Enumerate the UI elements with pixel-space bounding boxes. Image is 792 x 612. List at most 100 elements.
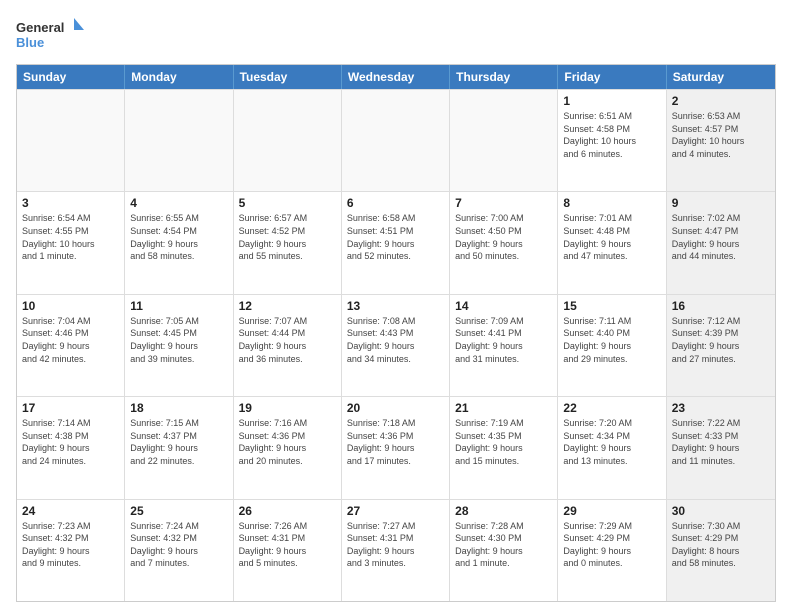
day-number: 8: [563, 196, 660, 210]
logo: General Blue: [16, 16, 86, 56]
calendar-cell: 9 Sunrise: 7:02 AM Sunset: 4:47 PM Daylig…: [667, 192, 775, 293]
day-number: 17: [22, 401, 119, 415]
day-number: 18: [130, 401, 227, 415]
day-info: Sunrise: 7:12 AM Sunset: 4:39 PM Dayligh…: [672, 315, 770, 365]
calendar-cell: 17Sunrise: 7:14 AM Sunset: 4:38 PM Dayli…: [17, 397, 125, 498]
calendar-cell: [450, 90, 558, 191]
day-number: 26: [239, 504, 336, 518]
calendar-cell: 10Sunrise: 7:04 AM Sunset: 4:46 PM Dayli…: [17, 295, 125, 396]
day-number: 3: [22, 196, 119, 210]
calendar-cell: 1 Sunrise: 6:51 AM Sunset: 4:58 PM Daylig…: [558, 90, 666, 191]
day-info: Sunrise: 6:51 AM Sunset: 4:58 PM Dayligh…: [563, 110, 660, 160]
header-day: Tuesday: [234, 65, 342, 89]
calendar-cell: 29 Sunrise: 7:29 AM Sunset: 4:29 PM Dayli…: [558, 500, 666, 601]
day-number: 1: [563, 94, 660, 108]
logo-svg: General Blue: [16, 16, 86, 56]
calendar-row: 1 Sunrise: 6:51 AM Sunset: 4:58 PM Daylig…: [17, 89, 775, 191]
day-number: 16: [672, 299, 770, 313]
day-info: Sunrise: 6:58 AM Sunset: 4:51 PM Dayligh…: [347, 212, 444, 262]
calendar-cell: 18 Sunrise: 7:15 AM Sunset: 4:37 PM Dayli…: [125, 397, 233, 498]
calendar-cell: 3 Sunrise: 6:54 AM Sunset: 4:55 PM Daylig…: [17, 192, 125, 293]
day-number: 25: [130, 504, 227, 518]
day-info: Sunrise: 7:08 AM Sunset: 4:43 PM Dayligh…: [347, 315, 444, 365]
calendar-cell: 21 Sunrise: 7:19 AM Sunset: 4:35 PM Dayli…: [450, 397, 558, 498]
day-info: Sunrise: 7:24 AM Sunset: 4:32 PM Dayligh…: [130, 520, 227, 570]
day-number: 5: [239, 196, 336, 210]
day-number: 6: [347, 196, 444, 210]
calendar-cell: 30 Sunrise: 7:30 AM Sunset: 4:29 PM Dayli…: [667, 500, 775, 601]
calendar-cell: 12Sunrise: 7:07 AM Sunset: 4:44 PM Dayli…: [234, 295, 342, 396]
day-info: Sunrise: 7:00 AM Sunset: 4:50 PM Dayligh…: [455, 212, 552, 262]
calendar-row: 10Sunrise: 7:04 AM Sunset: 4:46 PM Dayli…: [17, 294, 775, 396]
calendar-cell: 24 Sunrise: 7:23 AM Sunset: 4:32 PM Dayli…: [17, 500, 125, 601]
calendar-cell: 15 Sunrise: 7:11 AM Sunset: 4:40 PM Dayli…: [558, 295, 666, 396]
day-number: 30: [672, 504, 770, 518]
calendar-cell: [125, 90, 233, 191]
day-number: 2: [672, 94, 770, 108]
calendar-row: 3 Sunrise: 6:54 AM Sunset: 4:55 PM Daylig…: [17, 191, 775, 293]
day-number: 9: [672, 196, 770, 210]
day-number: 22: [563, 401, 660, 415]
header-day: Friday: [558, 65, 666, 89]
calendar-cell: 13 Sunrise: 7:08 AM Sunset: 4:43 PM Dayli…: [342, 295, 450, 396]
day-number: 15: [563, 299, 660, 313]
day-number: 29: [563, 504, 660, 518]
day-info: Sunrise: 7:11 AM Sunset: 4:40 PM Dayligh…: [563, 315, 660, 365]
day-number: 27: [347, 504, 444, 518]
header-day: Wednesday: [342, 65, 450, 89]
day-info: Sunrise: 7:19 AM Sunset: 4:35 PM Dayligh…: [455, 417, 552, 467]
calendar-cell: [17, 90, 125, 191]
header-day: Thursday: [450, 65, 558, 89]
day-info: Sunrise: 7:20 AM Sunset: 4:34 PM Dayligh…: [563, 417, 660, 467]
calendar-cell: 8Sunrise: 7:01 AM Sunset: 4:48 PM Daylig…: [558, 192, 666, 293]
calendar-header: SundayMondayTuesdayWednesdayThursdayFrid…: [17, 65, 775, 89]
day-info: Sunrise: 7:22 AM Sunset: 4:33 PM Dayligh…: [672, 417, 770, 467]
calendar-cell: 25 Sunrise: 7:24 AM Sunset: 4:32 PM Dayli…: [125, 500, 233, 601]
svg-text:General: General: [16, 20, 64, 35]
day-number: 14: [455, 299, 552, 313]
day-number: 21: [455, 401, 552, 415]
day-info: Sunrise: 7:30 AM Sunset: 4:29 PM Dayligh…: [672, 520, 770, 570]
calendar-cell: 19 Sunrise: 7:16 AM Sunset: 4:36 PM Dayli…: [234, 397, 342, 498]
day-number: 11: [130, 299, 227, 313]
calendar-cell: 11 Sunrise: 7:05 AM Sunset: 4:45 PM Dayli…: [125, 295, 233, 396]
day-number: 12: [239, 299, 336, 313]
day-info: Sunrise: 6:57 AM Sunset: 4:52 PM Dayligh…: [239, 212, 336, 262]
day-number: 24: [22, 504, 119, 518]
day-info: Sunrise: 6:53 AM Sunset: 4:57 PM Dayligh…: [672, 110, 770, 160]
calendar-cell: 27 Sunrise: 7:27 AM Sunset: 4:31 PM Dayli…: [342, 500, 450, 601]
calendar-cell: 6 Sunrise: 6:58 AM Sunset: 4:51 PM Daylig…: [342, 192, 450, 293]
calendar-body: 1 Sunrise: 6:51 AM Sunset: 4:58 PM Daylig…: [17, 89, 775, 601]
day-info: Sunrise: 7:15 AM Sunset: 4:37 PM Dayligh…: [130, 417, 227, 467]
day-info: Sunrise: 7:18 AM Sunset: 4:36 PM Dayligh…: [347, 417, 444, 467]
calendar-cell: [342, 90, 450, 191]
calendar-cell: 20 Sunrise: 7:18 AM Sunset: 4:36 PM Dayli…: [342, 397, 450, 498]
page-header: General Blue: [16, 16, 776, 56]
day-info: Sunrise: 7:02 AM Sunset: 4:47 PM Dayligh…: [672, 212, 770, 262]
calendar-cell: 22 Sunrise: 7:20 AM Sunset: 4:34 PM Dayli…: [558, 397, 666, 498]
calendar-cell: 7Sunrise: 7:00 AM Sunset: 4:50 PM Daylig…: [450, 192, 558, 293]
day-info: Sunrise: 7:04 AM Sunset: 4:46 PM Dayligh…: [22, 315, 119, 365]
calendar-cell: 23Sunrise: 7:22 AM Sunset: 4:33 PM Dayli…: [667, 397, 775, 498]
calendar-cell: 26 Sunrise: 7:26 AM Sunset: 4:31 PM Dayli…: [234, 500, 342, 601]
day-info: Sunrise: 6:54 AM Sunset: 4:55 PM Dayligh…: [22, 212, 119, 262]
day-info: Sunrise: 7:23 AM Sunset: 4:32 PM Dayligh…: [22, 520, 119, 570]
calendar-row: 17Sunrise: 7:14 AM Sunset: 4:38 PM Dayli…: [17, 396, 775, 498]
calendar-cell: [234, 90, 342, 191]
day-number: 4: [130, 196, 227, 210]
calendar-cell: 16 Sunrise: 7:12 AM Sunset: 4:39 PM Dayli…: [667, 295, 775, 396]
day-number: 19: [239, 401, 336, 415]
day-info: Sunrise: 7:26 AM Sunset: 4:31 PM Dayligh…: [239, 520, 336, 570]
day-info: Sunrise: 7:28 AM Sunset: 4:30 PM Dayligh…: [455, 520, 552, 570]
calendar: SundayMondayTuesdayWednesdayThursdayFrid…: [16, 64, 776, 602]
day-number: 20: [347, 401, 444, 415]
day-info: Sunrise: 7:16 AM Sunset: 4:36 PM Dayligh…: [239, 417, 336, 467]
header-day: Monday: [125, 65, 233, 89]
calendar-cell: 4 Sunrise: 6:55 AM Sunset: 4:54 PM Daylig…: [125, 192, 233, 293]
day-info: Sunrise: 7:05 AM Sunset: 4:45 PM Dayligh…: [130, 315, 227, 365]
day-number: 13: [347, 299, 444, 313]
header-day: Sunday: [17, 65, 125, 89]
day-info: Sunrise: 6:55 AM Sunset: 4:54 PM Dayligh…: [130, 212, 227, 262]
day-info: Sunrise: 7:29 AM Sunset: 4:29 PM Dayligh…: [563, 520, 660, 570]
day-info: Sunrise: 7:27 AM Sunset: 4:31 PM Dayligh…: [347, 520, 444, 570]
